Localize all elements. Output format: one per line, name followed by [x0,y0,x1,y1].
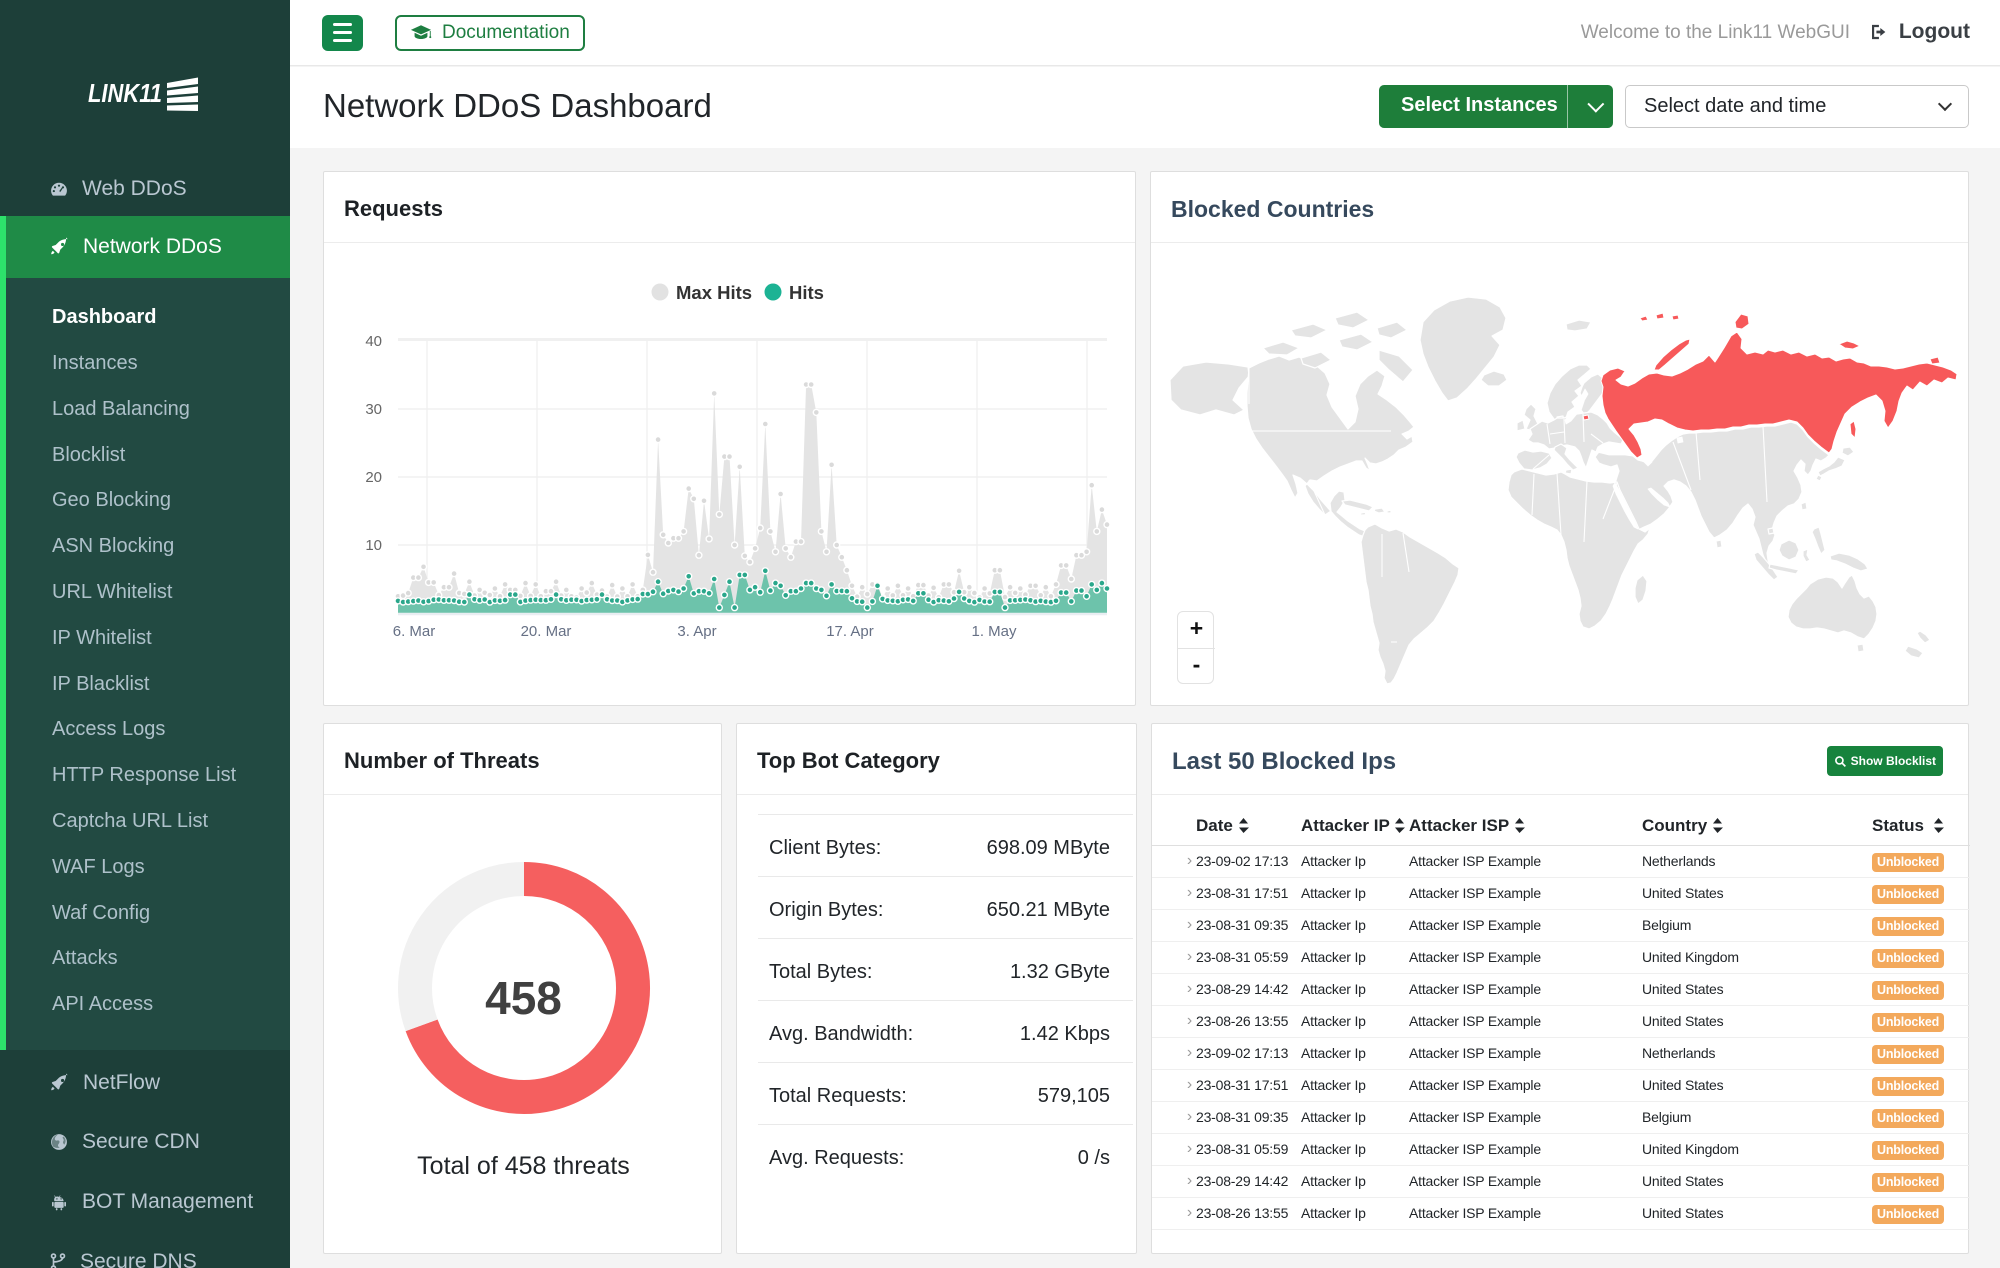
svg-text:20. Mar: 20. Mar [521,623,572,640]
svg-text:Hits: Hits [789,282,824,303]
svg-text:20: 20 [365,469,382,486]
svg-text:3. Apr: 3. Apr [677,623,716,640]
svg-text:Max Hits: Max Hits [676,282,752,303]
svg-text:30: 30 [365,401,382,418]
svg-text:LINK11: LINK11 [88,78,162,108]
svg-text:40: 40 [365,333,382,350]
svg-text:1. May: 1. May [971,623,1017,640]
svg-text:10: 10 [365,537,382,554]
svg-text:17. Apr: 17. Apr [826,623,874,640]
svg-text:6. Mar: 6. Mar [393,623,436,640]
